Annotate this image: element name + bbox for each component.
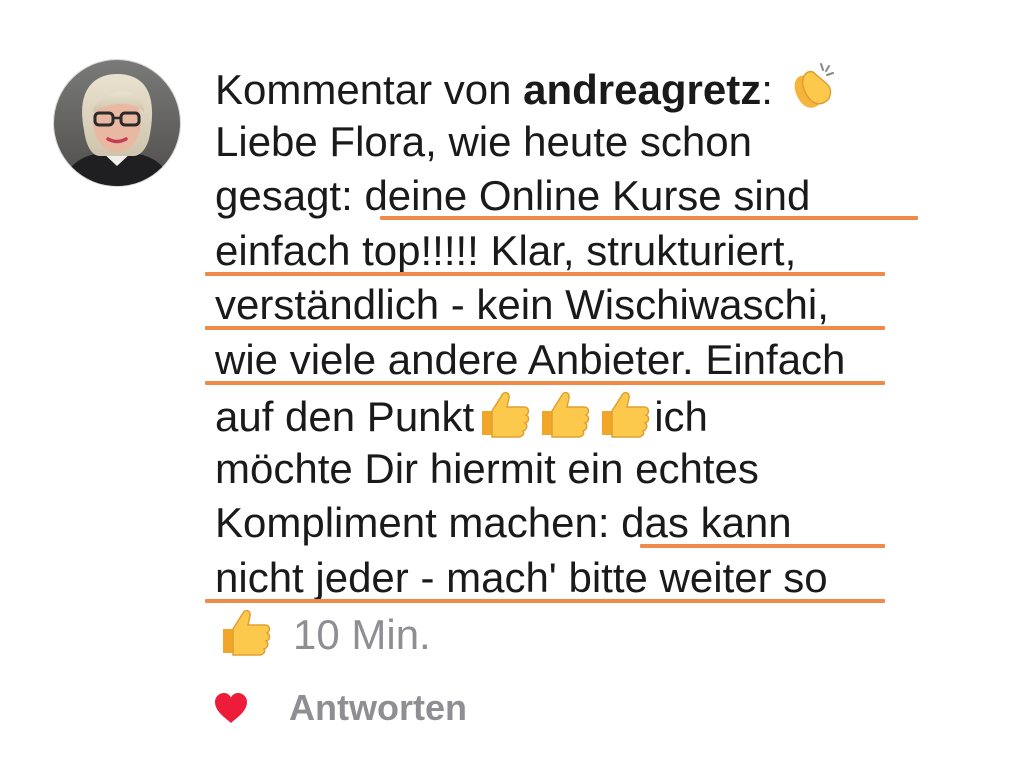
comment-line-10: nicht jeder - mach' bitte weiter so — [215, 553, 828, 601]
avatar-image — [54, 60, 180, 186]
highlight-underline — [205, 326, 885, 330]
heart-icon[interactable] — [213, 692, 249, 724]
comment-line-7: auf den Punkt ich — [215, 387, 1005, 442]
comment-colon: : — [761, 66, 773, 113]
avatar[interactable] — [54, 60, 180, 186]
comment-text-segment: auf den Punkt — [215, 393, 475, 440]
reply-button[interactable]: Antworten — [289, 687, 467, 729]
comment-line-9: Kompliment machen: das kann — [215, 499, 792, 546]
highlight-underline — [205, 599, 885, 603]
highlight-underline — [205, 381, 885, 385]
highlight-underline — [205, 272, 885, 276]
comment-line-1: Kommentar von andreagretz: — [215, 60, 1005, 115]
comment-prefix: Kommentar von — [215, 66, 524, 113]
comment-text-segment: ich — [654, 393, 708, 440]
comment-line-6: wie viele andere Anbieter. Einfach — [215, 335, 846, 383]
comment-line-11: 10 Min. — [215, 605, 1005, 660]
highlight-underline — [640, 544, 885, 548]
comment-line-5: verständlich - kein Wischiwaschi, — [215, 281, 829, 328]
username[interactable]: andreagretz — [523, 66, 761, 113]
thumbs-up-icon — [215, 605, 275, 671]
highlight-underline — [380, 216, 918, 220]
comment-actions: Antworten — [213, 686, 467, 730]
comment-text: Kommentar von andreagretz: Liebe Flora, … — [215, 60, 1005, 660]
comment-line-8: möchte Dir hiermit ein echtes — [215, 444, 759, 492]
clapping-hands-icon — [785, 60, 837, 126]
comment-line-2: Liebe Flora, wie heute schon — [215, 117, 752, 165]
comment-timestamp: 10 Min. — [293, 611, 431, 658]
comment-line-4: einfach top!!!!! Klar, strukturiert, — [215, 226, 797, 274]
